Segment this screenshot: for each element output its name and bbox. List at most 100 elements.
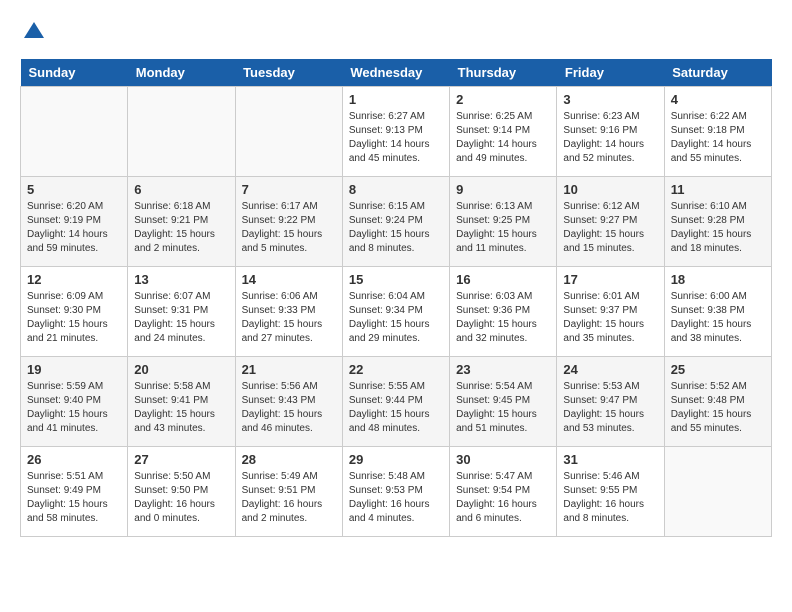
day-number: 14: [242, 272, 336, 287]
day-number: 4: [671, 92, 765, 107]
cell-content: Sunrise: 6:13 AM Sunset: 9:25 PM Dayligh…: [456, 200, 550, 256]
calendar-cell: 21Sunrise: 5:56 AM Sunset: 9:43 PM Dayli…: [235, 357, 342, 447]
calendar-cell: 13Sunrise: 6:07 AM Sunset: 9:31 PM Dayli…: [128, 267, 235, 357]
weekday-header-wednesday: Wednesday: [342, 59, 449, 87]
day-number: 28: [242, 452, 336, 467]
day-number: 31: [563, 452, 657, 467]
cell-content: Sunrise: 5:55 AM Sunset: 9:44 PM Dayligh…: [349, 380, 443, 436]
cell-content: Sunrise: 6:10 AM Sunset: 9:28 PM Dayligh…: [671, 200, 765, 256]
calendar-cell: [235, 87, 342, 177]
cell-content: Sunrise: 5:59 AM Sunset: 9:40 PM Dayligh…: [27, 380, 121, 436]
calendar-cell: 4 Sunrise: 6:22 AM Sunset: 9:18 PM Daylig…: [664, 87, 771, 177]
day-number: 17: [563, 272, 657, 287]
calendar-cell: 20Sunrise: 5:58 AM Sunset: 9:41 PM Dayli…: [128, 357, 235, 447]
cell-content: Sunrise: 6:01 AM Sunset: 9:37 PM Dayligh…: [563, 290, 657, 346]
logo: [20, 20, 46, 49]
weekday-header-sunday: Sunday: [21, 59, 128, 87]
cell-content: Sunrise: 6:25 AM Sunset: 9:14 PM Dayligh…: [456, 110, 550, 166]
cell-content: Sunrise: 5:46 AM Sunset: 9:55 PM Dayligh…: [563, 470, 657, 526]
cell-content: Sunrise: 5:53 AM Sunset: 9:47 PM Dayligh…: [563, 380, 657, 436]
cell-content: Sunrise: 6:00 AM Sunset: 9:38 PM Dayligh…: [671, 290, 765, 346]
cell-content: Sunrise: 6:22 AM Sunset: 9:18 PM Dayligh…: [671, 110, 765, 166]
cell-content: Sunrise: 6:09 AM Sunset: 9:30 PM Dayligh…: [27, 290, 121, 346]
calendar-cell: [664, 447, 771, 537]
cell-content: Sunrise: 5:47 AM Sunset: 9:54 PM Dayligh…: [456, 470, 550, 526]
weekday-header-saturday: Saturday: [664, 59, 771, 87]
cell-content: Sunrise: 6:03 AM Sunset: 9:36 PM Dayligh…: [456, 290, 550, 346]
cell-content: Sunrise: 6:04 AM Sunset: 9:34 PM Dayligh…: [349, 290, 443, 346]
day-number: 11: [671, 182, 765, 197]
weekday-header-tuesday: Tuesday: [235, 59, 342, 87]
day-number: 15: [349, 272, 443, 287]
calendar-cell: 30 Sunrise: 5:47 AM Sunset: 9:54 PM Dayli…: [450, 447, 557, 537]
calendar-cell: 27 Sunrise: 5:50 AM Sunset: 9:50 PM Dayli…: [128, 447, 235, 537]
day-number: 7: [242, 182, 336, 197]
logo-icon: [22, 20, 46, 44]
calendar-cell: 26 Sunrise: 5:51 AM Sunset: 9:49 PM Dayli…: [21, 447, 128, 537]
day-number: 2: [456, 92, 550, 107]
calendar-cell: 25 Sunrise: 5:52 AM Sunset: 9:48 PM Dayli…: [664, 357, 771, 447]
day-number: 23: [456, 362, 550, 377]
cell-content: Sunrise: 5:51 AM Sunset: 9:49 PM Dayligh…: [27, 470, 121, 526]
day-number: 27: [134, 452, 228, 467]
cell-content: Sunrise: 5:50 AM Sunset: 9:50 PM Dayligh…: [134, 470, 228, 526]
calendar-cell: 16 Sunrise: 6:03 AM Sunset: 9:36 PM Dayli…: [450, 267, 557, 357]
calendar-week-5: 26 Sunrise: 5:51 AM Sunset: 9:49 PM Dayli…: [21, 447, 772, 537]
calendar-cell: 3 Sunrise: 6:23 AM Sunset: 9:16 PM Daylig…: [557, 87, 664, 177]
calendar-cell: 5 Sunrise: 6:20 AM Sunset: 9:19 PM Daylig…: [21, 177, 128, 267]
page-header: [20, 20, 772, 49]
weekday-header-row: SundayMondayTuesdayWednesdayThursdayFrid…: [21, 59, 772, 87]
cell-content: Sunrise: 6:12 AM Sunset: 9:27 PM Dayligh…: [563, 200, 657, 256]
cell-content: Sunrise: 5:52 AM Sunset: 9:48 PM Dayligh…: [671, 380, 765, 436]
calendar-cell: 15 Sunrise: 6:04 AM Sunset: 9:34 PM Dayli…: [342, 267, 449, 357]
cell-content: Sunrise: 5:58 AM Sunset: 9:41 PM Dayligh…: [134, 380, 228, 436]
cell-content: Sunrise: 6:06 AM Sunset: 9:33 PM Dayligh…: [242, 290, 336, 346]
calendar-cell: 14 Sunrise: 6:06 AM Sunset: 9:33 PM Dayli…: [235, 267, 342, 357]
day-number: 1: [349, 92, 443, 107]
calendar-cell: 7 Sunrise: 6:17 AM Sunset: 9:22 PM Daylig…: [235, 177, 342, 267]
cell-content: Sunrise: 5:54 AM Sunset: 9:45 PM Dayligh…: [456, 380, 550, 436]
cell-content: Sunrise: 5:49 AM Sunset: 9:51 PM Dayligh…: [242, 470, 336, 526]
day-number: 12: [27, 272, 121, 287]
day-number: 5: [27, 182, 121, 197]
calendar-week-2: 5 Sunrise: 6:20 AM Sunset: 9:19 PM Daylig…: [21, 177, 772, 267]
calendar-cell: 1 Sunrise: 6:27 AM Sunset: 9:13 PM Daylig…: [342, 87, 449, 177]
day-number: 8: [349, 182, 443, 197]
calendar-cell: 29 Sunrise: 5:48 AM Sunset: 9:53 PM Dayli…: [342, 447, 449, 537]
calendar-table: SundayMondayTuesdayWednesdayThursdayFrid…: [20, 59, 772, 537]
day-number: 24: [563, 362, 657, 377]
day-number: 10: [563, 182, 657, 197]
cell-content: Sunrise: 6:23 AM Sunset: 9:16 PM Dayligh…: [563, 110, 657, 166]
day-number: 18: [671, 272, 765, 287]
day-number: 16: [456, 272, 550, 287]
cell-content: Sunrise: 6:15 AM Sunset: 9:24 PM Dayligh…: [349, 200, 443, 256]
day-number: 22: [349, 362, 443, 377]
day-number: 19: [27, 362, 121, 377]
cell-content: Sunrise: 6:27 AM Sunset: 9:13 PM Dayligh…: [349, 110, 443, 166]
day-number: 26: [27, 452, 121, 467]
calendar-cell: 12 Sunrise: 6:09 AM Sunset: 9:30 PM Dayli…: [21, 267, 128, 357]
calendar-cell: 10 Sunrise: 6:12 AM Sunset: 9:27 PM Dayli…: [557, 177, 664, 267]
cell-content: Sunrise: 5:48 AM Sunset: 9:53 PM Dayligh…: [349, 470, 443, 526]
calendar-cell: 28 Sunrise: 5:49 AM Sunset: 9:51 PM Dayli…: [235, 447, 342, 537]
day-number: 30: [456, 452, 550, 467]
day-number: 13: [134, 272, 228, 287]
cell-content: Sunrise: 6:17 AM Sunset: 9:22 PM Dayligh…: [242, 200, 336, 256]
calendar-cell: 31 Sunrise: 5:46 AM Sunset: 9:55 PM Dayli…: [557, 447, 664, 537]
calendar-cell: 23 Sunrise: 5:54 AM Sunset: 9:45 PM Dayli…: [450, 357, 557, 447]
calendar-week-1: 1 Sunrise: 6:27 AM Sunset: 9:13 PM Daylig…: [21, 87, 772, 177]
weekday-header-thursday: Thursday: [450, 59, 557, 87]
day-number: 3: [563, 92, 657, 107]
day-number: 29: [349, 452, 443, 467]
calendar-cell: 8 Sunrise: 6:15 AM Sunset: 9:24 PM Daylig…: [342, 177, 449, 267]
calendar-week-3: 12 Sunrise: 6:09 AM Sunset: 9:30 PM Dayli…: [21, 267, 772, 357]
day-number: 6: [134, 182, 228, 197]
cell-content: Sunrise: 6:20 AM Sunset: 9:19 PM Dayligh…: [27, 200, 121, 256]
calendar-cell: 9Sunrise: 6:13 AM Sunset: 9:25 PM Daylig…: [450, 177, 557, 267]
calendar-cell: [21, 87, 128, 177]
calendar-cell: 6Sunrise: 6:18 AM Sunset: 9:21 PM Daylig…: [128, 177, 235, 267]
day-number: 25: [671, 362, 765, 377]
calendar-cell: 18 Sunrise: 6:00 AM Sunset: 9:38 PM Dayli…: [664, 267, 771, 357]
calendar-cell: 24 Sunrise: 5:53 AM Sunset: 9:47 PM Dayli…: [557, 357, 664, 447]
calendar-week-4: 19 Sunrise: 5:59 AM Sunset: 9:40 PM Dayli…: [21, 357, 772, 447]
